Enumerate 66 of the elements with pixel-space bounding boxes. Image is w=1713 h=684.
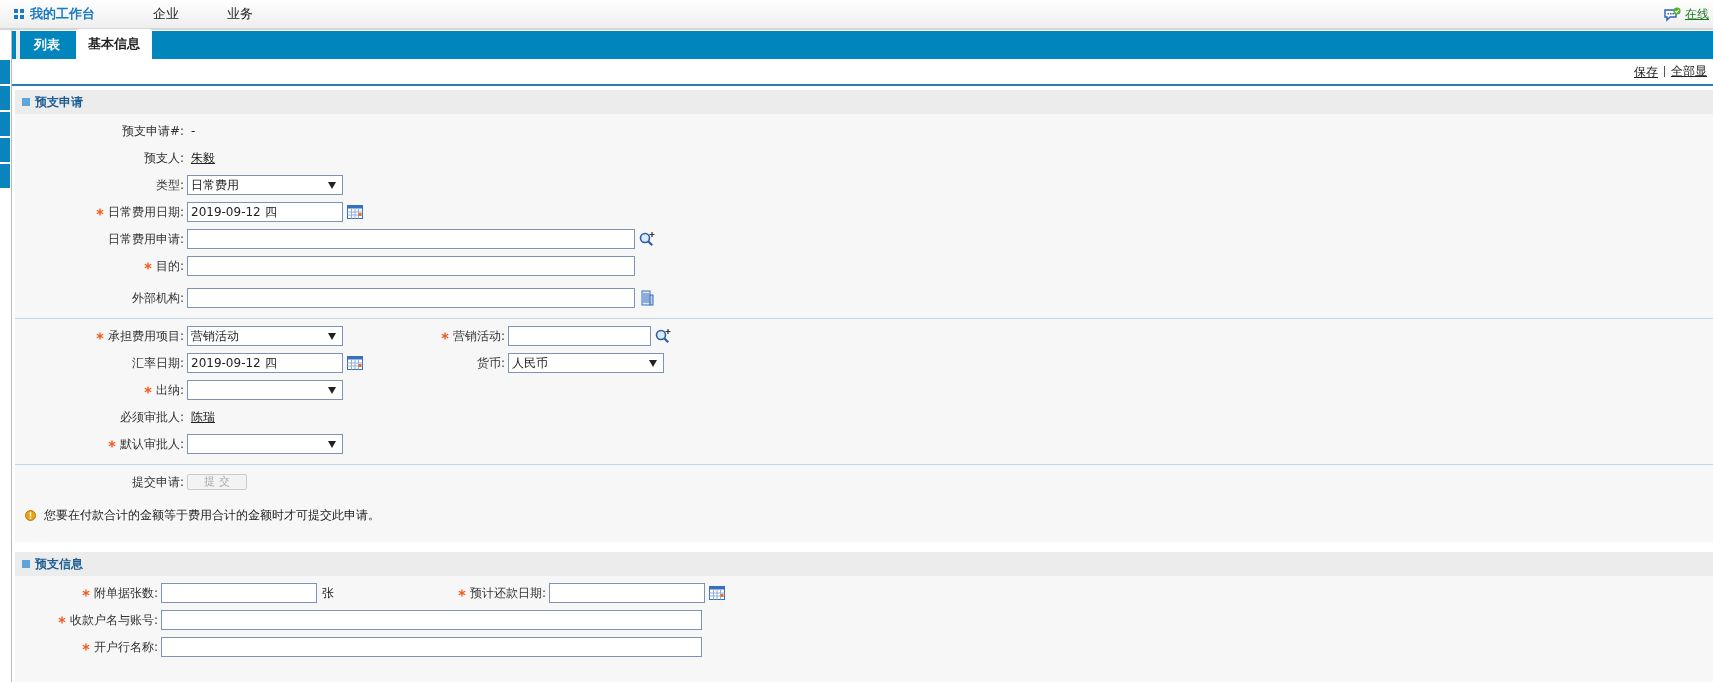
tab[interactable]: 列表 xyxy=(22,29,72,59)
warning-icon xyxy=(25,509,36,521)
field-label: 预计还款日期: xyxy=(469,585,546,602)
input-field[interactable] xyxy=(161,583,317,603)
splitter-handle[interactable] xyxy=(16,31,20,59)
field-label: 提交申请: xyxy=(131,474,184,491)
field-label: 附单据张数: xyxy=(93,585,158,602)
input-field[interactable] xyxy=(549,583,705,603)
caret-icon xyxy=(328,440,336,448)
user-link[interactable]: 朱毅 xyxy=(191,149,215,167)
field-label: 预支申请#: xyxy=(121,123,184,140)
input-field[interactable] xyxy=(161,637,702,657)
dropdown[interactable]: 日常费用 xyxy=(187,175,343,195)
caret-icon xyxy=(328,332,336,340)
field-label: 目的: xyxy=(155,258,184,275)
field-label: 预支人: xyxy=(143,150,184,167)
field-label: 货币: xyxy=(476,355,505,372)
field-label: 承担费用项目: xyxy=(107,328,184,345)
workbench-link[interactable]: 我的工作台 xyxy=(30,4,95,24)
dropdown[interactable] xyxy=(187,380,343,400)
chat-online-icon xyxy=(1664,6,1681,22)
field-value: - xyxy=(191,123,196,140)
input-field[interactable] xyxy=(508,326,651,346)
field-label: 日常费用日期: xyxy=(107,204,184,221)
section-marker-icon xyxy=(22,560,30,568)
nav-menu-item[interactable]: 企业 xyxy=(153,4,179,24)
input-field[interactable] xyxy=(187,288,635,308)
warning-message: 您要在付款合计的金额等于费用合计的金额时才可提交此申请。 xyxy=(44,507,380,524)
building-icon[interactable] xyxy=(639,290,655,306)
caret-icon xyxy=(328,386,336,394)
input-field[interactable] xyxy=(187,229,635,249)
nav-menu-item[interactable]: 业务 xyxy=(227,4,253,24)
field-label: 汇率日期: xyxy=(131,355,184,372)
toolbar-link[interactable]: 保存 xyxy=(1628,62,1664,81)
field-label: 默认审批人: xyxy=(119,436,184,453)
field-label: 外部机构: xyxy=(131,290,184,307)
app-grid-icon xyxy=(14,9,24,19)
calendar-icon[interactable] xyxy=(347,355,363,371)
caret-icon xyxy=(649,359,657,367)
tab[interactable]: 基本信息 xyxy=(76,28,152,59)
calendar-icon[interactable] xyxy=(347,204,363,220)
search-icon[interactable] xyxy=(655,328,671,344)
field-label: 营销活动: xyxy=(452,328,505,345)
input-field[interactable]: 2019-09-12 四 xyxy=(187,202,343,222)
dropdown[interactable]: 人民币 xyxy=(508,353,664,373)
search-icon[interactable] xyxy=(639,231,655,247)
section-title: 预支信息 xyxy=(35,556,83,573)
section-title: 预支申请 xyxy=(35,94,83,111)
field-label: 出纳: xyxy=(155,382,184,399)
online-status-link[interactable]: 在线 xyxy=(1685,5,1709,23)
input-field[interactable]: 2019-09-12 四 xyxy=(187,353,343,373)
unit-label: 张 xyxy=(322,585,334,602)
dropdown[interactable] xyxy=(187,434,343,454)
dropdown[interactable]: 营销活动 xyxy=(187,326,343,346)
field-label: 开户行名称: xyxy=(93,639,158,656)
calendar-icon[interactable] xyxy=(709,585,725,601)
section-marker-icon xyxy=(22,98,30,106)
field-label: 收款户名与账号: xyxy=(69,612,158,629)
field-label: 类型: xyxy=(155,177,184,194)
user-link[interactable]: 陈瑞 xyxy=(191,408,215,426)
input-field[interactable] xyxy=(187,256,635,276)
field-label: 日常费用申请: xyxy=(107,231,184,248)
input-field[interactable] xyxy=(161,610,702,630)
toolbar-link[interactable]: 全部显 xyxy=(1664,66,1713,77)
caret-icon xyxy=(328,181,336,189)
field-label: 必须审批人: xyxy=(119,409,184,426)
